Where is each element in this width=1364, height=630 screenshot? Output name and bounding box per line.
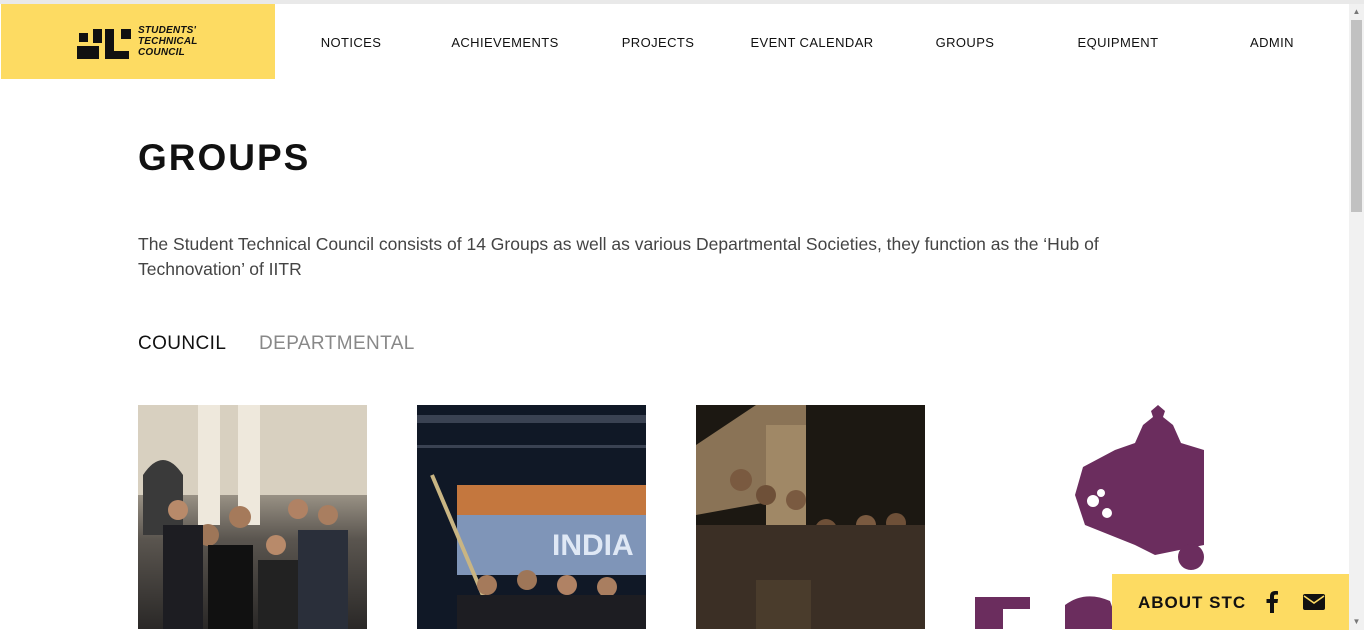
about-stc-button[interactable]: ABOUT STC: [1138, 593, 1246, 613]
group-photo-1: [138, 405, 367, 629]
vertical-scrollbar[interactable]: ▲ ▼: [1349, 4, 1364, 630]
stc-logo-text: STUDENTS' TECHNICAL COUNCIL: [138, 25, 198, 58]
group-card-2[interactable]: INDIA: [417, 405, 646, 629]
page-title: GROUPS: [138, 137, 311, 178]
main-nav: NOTICES ACHIEVEMENTS PROJECTS EVENT CALE…: [275, 4, 1349, 79]
nav-item-admin[interactable]: ADMIN: [1250, 35, 1294, 50]
mail-icon[interactable]: [1303, 594, 1325, 610]
tab-departmental[interactable]: DEPARTMENTAL: [259, 333, 415, 355]
group-photo-3: [696, 405, 925, 629]
nav-item-achievements[interactable]: ACHIEVEMENTS: [451, 35, 558, 50]
nav-item-projects[interactable]: PROJECTS: [622, 35, 695, 50]
nav-item-event-calendar[interactable]: EVENT CALENDAR: [750, 35, 873, 50]
nav-item-groups[interactable]: GROUPS: [936, 35, 995, 50]
about-stc-bar: ABOUT STC: [1112, 574, 1349, 630]
scroll-up-icon[interactable]: ▲: [1351, 6, 1362, 18]
stc-logo[interactable]: STUDENTS' TECHNICAL COUNCIL: [1, 4, 275, 79]
group-card-1[interactable]: [138, 405, 367, 629]
group-card-3[interactable]: [696, 405, 925, 629]
facebook-icon[interactable]: [1265, 591, 1279, 613]
tab-council[interactable]: COUNCIL: [138, 333, 226, 355]
logo-line-2: TECHNICAL: [138, 36, 198, 47]
stc-logo-mark-icon: [77, 29, 131, 59]
intro-text: The Student Technical Council consists o…: [138, 234, 1099, 279]
scrollbar-thumb[interactable]: [1351, 20, 1362, 212]
logo-line-1: STUDENTS': [138, 25, 197, 36]
svg-text:INDIA: INDIA: [552, 529, 634, 562]
group-photo-2: INDIA: [417, 405, 646, 629]
scroll-down-icon[interactable]: ▼: [1351, 616, 1362, 628]
nav-item-equipment[interactable]: EQUIPMENT: [1078, 35, 1159, 50]
logo-line-3: COUNCIL: [138, 47, 185, 58]
nav-item-notices[interactable]: NOTICES: [321, 35, 382, 50]
